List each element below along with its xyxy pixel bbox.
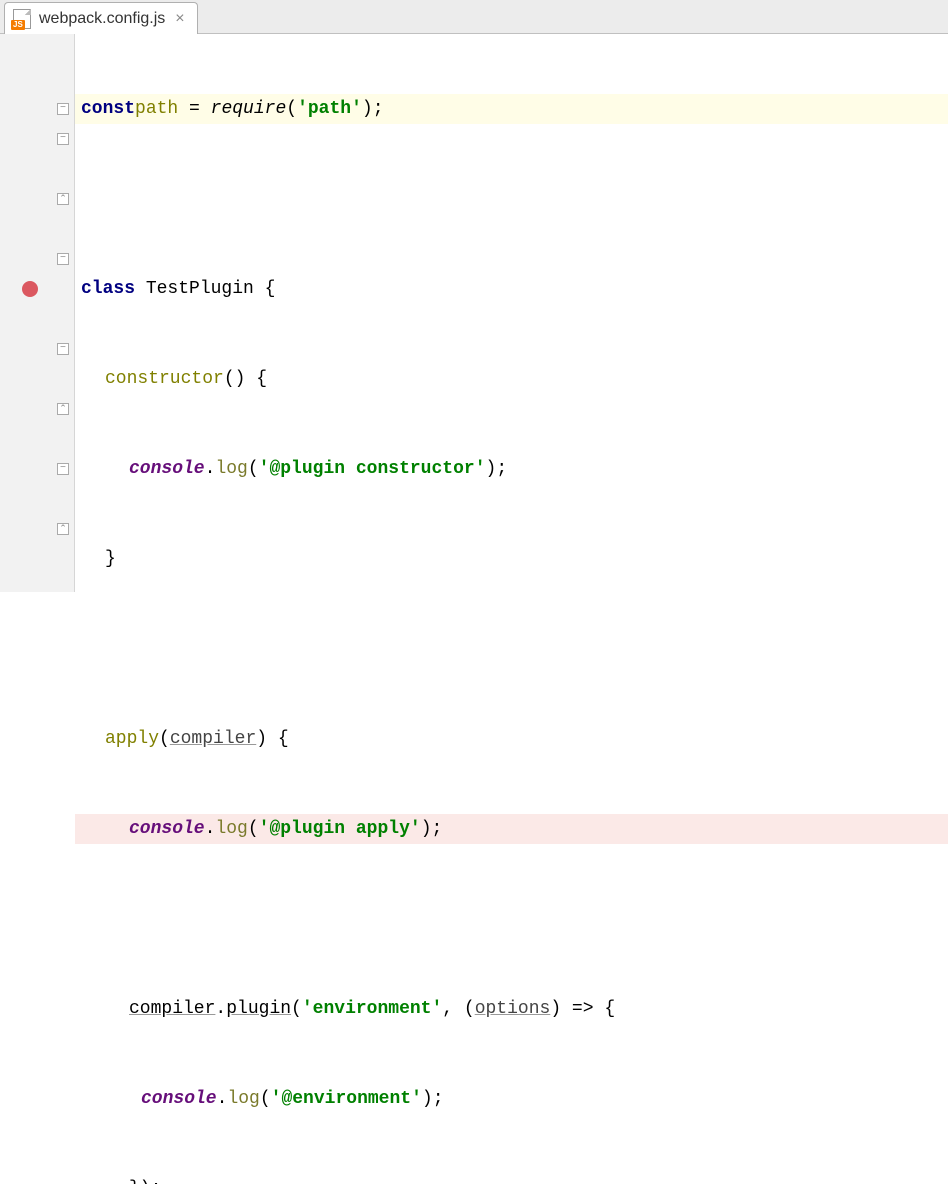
code-line[interactable] xyxy=(75,904,948,934)
code-editor[interactable]: const path = require('path'); class Test… xyxy=(0,34,948,592)
code-line[interactable]: const path = require('path'); xyxy=(75,94,948,124)
code-line[interactable]: }); xyxy=(75,1174,948,1184)
code-line[interactable]: } xyxy=(75,544,948,574)
code-line[interactable] xyxy=(75,634,948,664)
file-tab[interactable]: JS webpack.config.js × xyxy=(4,2,198,34)
fold-end-icon[interactable] xyxy=(57,403,69,415)
gutter[interactable] xyxy=(0,34,75,592)
close-icon[interactable]: × xyxy=(173,10,186,28)
code-line[interactable]: compiler.plugin('environment', (options)… xyxy=(75,994,948,1024)
fold-marker-icon[interactable] xyxy=(57,463,69,475)
code-line[interactable]: class TestPlugin { xyxy=(75,274,948,304)
fold-marker-icon[interactable] xyxy=(57,103,69,115)
fold-marker-icon[interactable] xyxy=(57,253,69,265)
tab-filename: webpack.config.js xyxy=(39,10,165,28)
code-line[interactable]: constructor() { xyxy=(75,364,948,394)
code-line[interactable]: console.log('@environment'); xyxy=(75,1084,948,1114)
js-file-icon: JS xyxy=(13,9,31,29)
code-line[interactable]: apply(compiler) { xyxy=(75,724,948,754)
fold-end-icon[interactable] xyxy=(57,523,69,535)
code-line[interactable]: console.log('@plugin constructor'); xyxy=(75,454,948,484)
fold-marker-icon[interactable] xyxy=(57,343,69,355)
tab-bar: JS webpack.config.js × xyxy=(0,0,948,34)
fold-marker-icon[interactable] xyxy=(57,133,69,145)
code-line[interactable] xyxy=(75,184,948,214)
code-area[interactable]: const path = require('path'); class Test… xyxy=(75,34,948,592)
code-line[interactable]: console.log('@plugin apply'); xyxy=(75,814,948,844)
fold-end-icon[interactable] xyxy=(57,193,69,205)
breakpoint-icon[interactable] xyxy=(22,281,38,297)
